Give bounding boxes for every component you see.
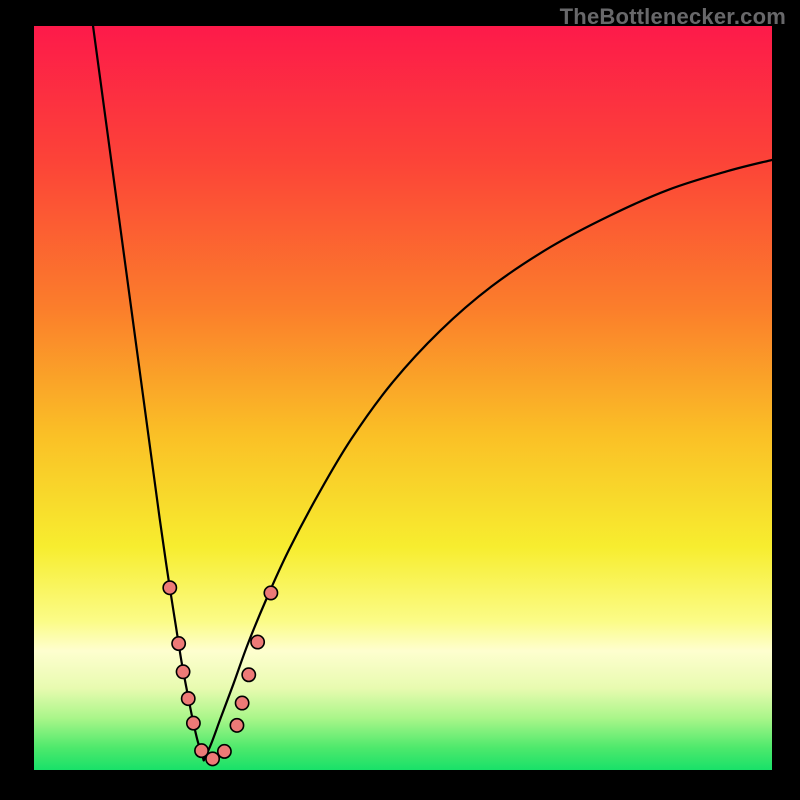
highlight-dot: [176, 665, 189, 678]
curve-left-branch: [93, 26, 204, 760]
highlight-dot: [218, 745, 231, 758]
highlight-dot: [230, 719, 243, 732]
highlight-dot: [172, 637, 185, 650]
highlight-dot: [163, 581, 176, 594]
curve-right-branch: [204, 160, 772, 760]
highlight-dot: [206, 752, 219, 765]
plot-area: [34, 26, 772, 770]
dot-group: [163, 581, 277, 766]
highlight-dot: [242, 668, 255, 681]
highlight-dot: [182, 692, 195, 705]
highlight-dot: [264, 586, 277, 599]
highlight-dot: [235, 696, 248, 709]
watermark-text: TheBottlenecker.com: [560, 4, 786, 30]
highlight-dot: [251, 635, 264, 648]
chart-svg: [34, 26, 772, 770]
highlight-dot: [187, 716, 200, 729]
